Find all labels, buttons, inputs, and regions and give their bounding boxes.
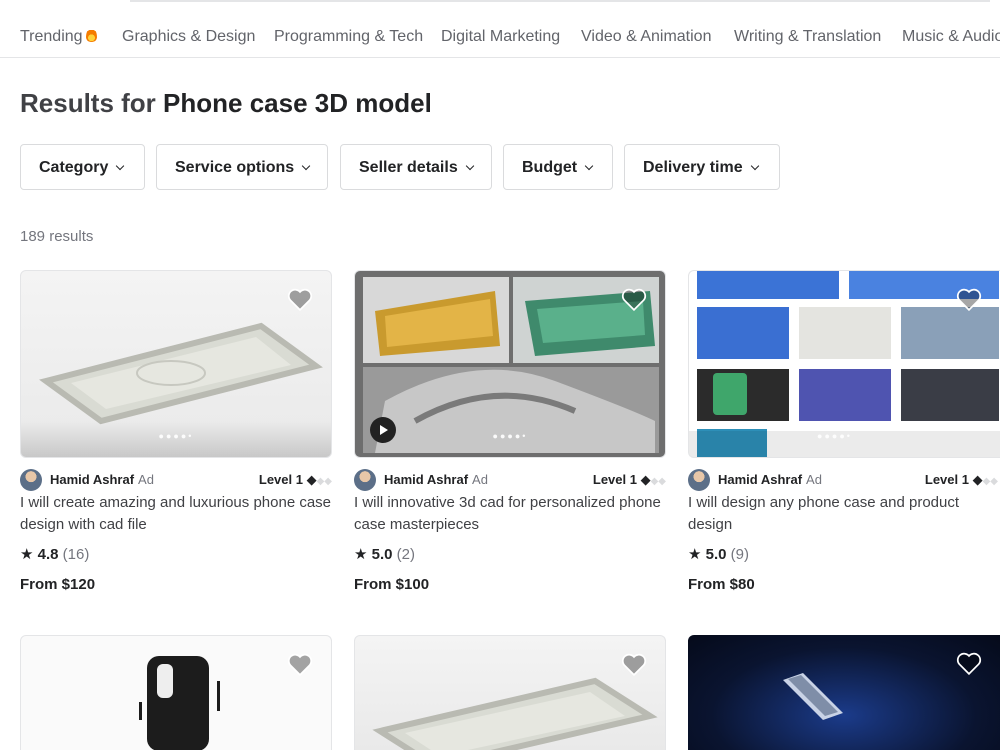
phone-case-render [783,673,843,720]
star-icon: ★ [688,546,702,563]
heart-icon[interactable] [621,652,647,676]
results-count: 189 results [20,228,94,245]
nav-item-graphics-design[interactable]: Graphics & Design [122,28,255,46]
gig-image[interactable]: ●●●●• [354,270,666,458]
gig-image[interactable]: ●●●●• [20,270,332,458]
carousel-dots[interactable]: ●●●●• [355,431,665,441]
heart-icon[interactable] [956,287,982,311]
gig-title[interactable]: I will design any phone case and product… [688,492,1000,536]
seller-info: Hamid Ashraf Ad Level 1 ◆◆◆ [688,469,1000,491]
nav-item-digital-marketing[interactable]: Digital Marketing [441,28,560,46]
avatar[interactable] [354,469,376,491]
seller-info: Hamid Ashraf Ad Level 1 ◆◆◆ [354,469,666,491]
seller-level: Level 1 ◆◆◆ [258,472,332,487]
category-nav: Trending Graphics & Design Programming &… [0,18,1000,58]
gig-image[interactable] [354,635,666,750]
gig-image[interactable] [688,635,1000,750]
page-title: Results for Phone case 3D model [20,88,432,118]
avatar[interactable] [688,469,710,491]
seller-info: Hamid Ashraf Ad Level 1 ◆◆◆ [20,469,332,491]
gig-rating: ★ 5.0 (9) [688,546,749,563]
nav-item-writing-translation[interactable]: Writing & Translation [734,28,881,46]
chevron-down-icon [301,161,311,171]
phone-case-render [363,277,659,453]
seller-name[interactable]: Hamid Ashraf [384,472,468,487]
heart-icon[interactable] [287,652,313,676]
diamond-icon: ◆◆ [650,476,666,487]
gig-title[interactable]: I will innovative 3d cad for personalize… [354,492,666,536]
phone-case-render [139,656,220,750]
seller-name[interactable]: Hamid Ashraf [50,472,134,487]
chevron-down-icon [116,161,125,171]
gig-price[interactable]: From $80 [688,576,755,593]
nav-item-programming-tech[interactable]: Programming & Tech [274,28,423,46]
gig-title[interactable]: I will create amazing and luxurious phon… [20,492,332,536]
diamond-icon: ◆◆ [316,476,332,487]
phone-case-render [372,677,658,750]
star-icon: ★ [354,546,368,563]
ad-badge: Ad [806,472,822,487]
heart-icon[interactable] [956,651,982,675]
gig-price[interactable]: From $120 [20,576,95,593]
nav-item-video-animation[interactable]: Video & Animation [581,28,711,46]
chevron-down-icon [584,161,594,171]
filter-seller-details[interactable]: Seller details [340,144,492,190]
filter-service-options[interactable]: Service options [156,144,328,190]
filter-delivery-time[interactable]: Delivery time [624,144,780,190]
chevron-down-icon [750,161,759,171]
avatar[interactable] [20,469,42,491]
filter-budget[interactable]: Budget [503,144,613,190]
phone-case-render [689,271,1000,457]
diamond-icon: ◆ [640,472,651,487]
ad-badge: Ad [138,472,154,487]
flame-icon [85,28,97,42]
nav-item-trending[interactable]: Trending [20,28,97,46]
ad-badge: Ad [472,472,488,487]
seller-level: Level 1 ◆◆◆ [924,472,998,487]
gig-rating: ★ 5.0 (2) [354,546,415,563]
diamond-icon: ◆◆ [982,476,998,487]
gig-image[interactable]: ●●●●• [688,270,1000,458]
carousel-dots[interactable]: ●●●●• [689,431,1000,441]
gig-rating: ★ 4.8 (16) [20,546,90,563]
diamond-icon: ◆ [306,472,317,487]
star-icon: ★ [20,546,34,563]
phone-case-render [21,322,331,457]
chevron-down-icon [465,161,474,171]
search-bar-edge [130,0,990,2]
nav-item-music-audio[interactable]: Music & Audio [902,28,1000,46]
heart-icon[interactable] [287,287,313,311]
heart-icon[interactable] [621,287,647,311]
filter-category[interactable]: Category [20,144,145,190]
gig-price[interactable]: From $100 [354,576,429,593]
gig-image[interactable] [20,635,332,750]
seller-name[interactable]: Hamid Ashraf [718,472,802,487]
diamond-icon: ◆ [972,472,983,487]
seller-level: Level 1 ◆◆◆ [592,472,666,487]
carousel-dots[interactable]: ●●●●• [21,431,331,441]
